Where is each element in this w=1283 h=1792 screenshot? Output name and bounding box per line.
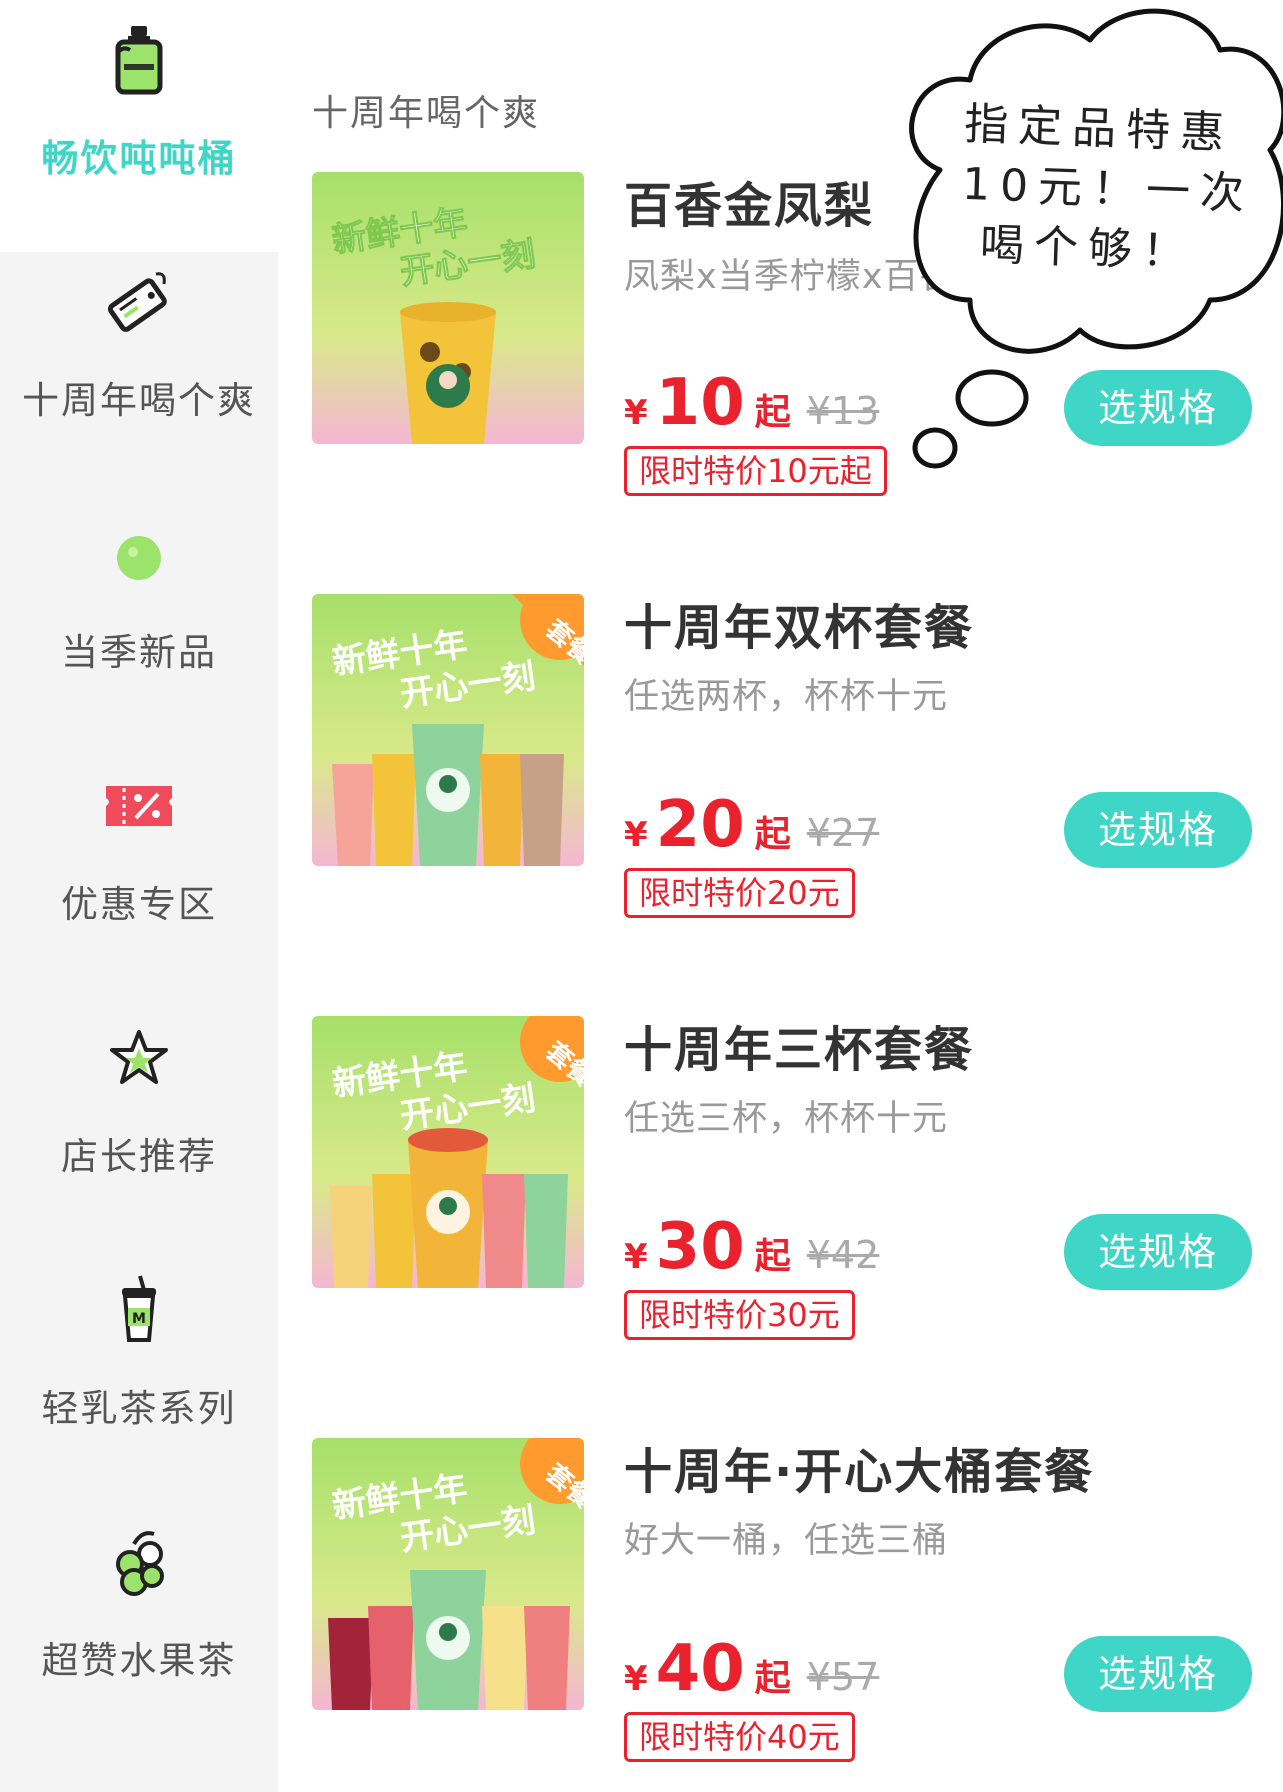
price-suffix: 起 <box>754 814 791 855</box>
promo-tag: 限时特价30元 <box>624 1290 855 1340</box>
price-suffix: 起 <box>754 1658 791 1699</box>
original-price: ¥42 <box>806 1233 880 1277</box>
original-price: ¥57 <box>806 1655 880 1699</box>
bubble-line: 指定品特惠 <box>963 98 1235 160</box>
price-row: ¥ 40 起 ¥57 <box>624 1632 880 1706</box>
select-spec-button[interactable]: 选规格 <box>1064 1636 1252 1712</box>
product-name[interactable]: 十周年双杯套餐 <box>624 588 974 658</box>
original-price: ¥27 <box>806 811 880 855</box>
currency-symbol: ¥ <box>624 393 648 433</box>
product-description: 任选两杯，杯杯十元 <box>624 677 949 717</box>
select-spec-button[interactable]: 选规格 <box>1064 792 1252 868</box>
section-title: 十周年喝个爽 <box>312 93 541 134</box>
current-price: 10 <box>655 366 745 440</box>
current-price: 20 <box>655 788 745 862</box>
product-image[interactable]: 新鲜十年 开心一刻 套餐 <box>312 594 584 866</box>
select-spec-button[interactable]: 选规格 <box>1064 1214 1252 1290</box>
price-suffix: 起 <box>754 1236 791 1277</box>
currency-symbol: ¥ <box>624 1659 648 1699</box>
bubble-line: 喝个够！ <box>979 219 1197 278</box>
promo-tag: 限时特价10元起 <box>624 446 887 496</box>
product-description: 好大一桶，任选三桶 <box>624 1521 949 1561</box>
product-image[interactable]: 新鲜十年 开心一刻 <box>312 172 584 444</box>
lime-icon <box>117 536 161 580</box>
product-image[interactable]: 新鲜十年 开心一刻 套餐 <box>312 1016 584 1288</box>
current-price: 30 <box>655 1210 745 1284</box>
product-description: 任选三杯，杯杯十元 <box>624 1099 949 1139</box>
bubble-line: 10元！一次 <box>961 158 1255 220</box>
bubble-text: 指定品特惠 10元！一次 喝个够！ <box>959 95 1265 285</box>
product-name[interactable]: 十周年三杯套餐 <box>624 1010 974 1080</box>
water-bottle-icon <box>115 26 163 95</box>
sidebar-item-label: 轻乳茶系列 <box>41 1387 237 1430</box>
promo-tag: 限时特价20元 <box>624 868 855 918</box>
original-price: ¥13 <box>806 389 880 433</box>
product-name[interactable]: 百香金凤梨 <box>624 166 874 236</box>
currency-symbol: ¥ <box>624 1237 648 1277</box>
price-row: ¥ 30 起 ¥42 <box>624 1210 880 1284</box>
current-price: 40 <box>655 1632 745 1706</box>
price-row: ¥ 10 起 ¥13 <box>624 366 880 440</box>
price-row: ¥ 20 起 ¥27 <box>624 788 880 862</box>
product-name[interactable]: 十周年·开心大桶套餐 <box>624 1432 1094 1502</box>
promo-tag: 限时特价40元 <box>624 1712 855 1762</box>
price-suffix: 起 <box>754 392 791 433</box>
currency-symbol: ¥ <box>624 815 648 855</box>
product-image[interactable]: 新鲜十年 开心一刻 套餐 <box>312 1438 584 1710</box>
